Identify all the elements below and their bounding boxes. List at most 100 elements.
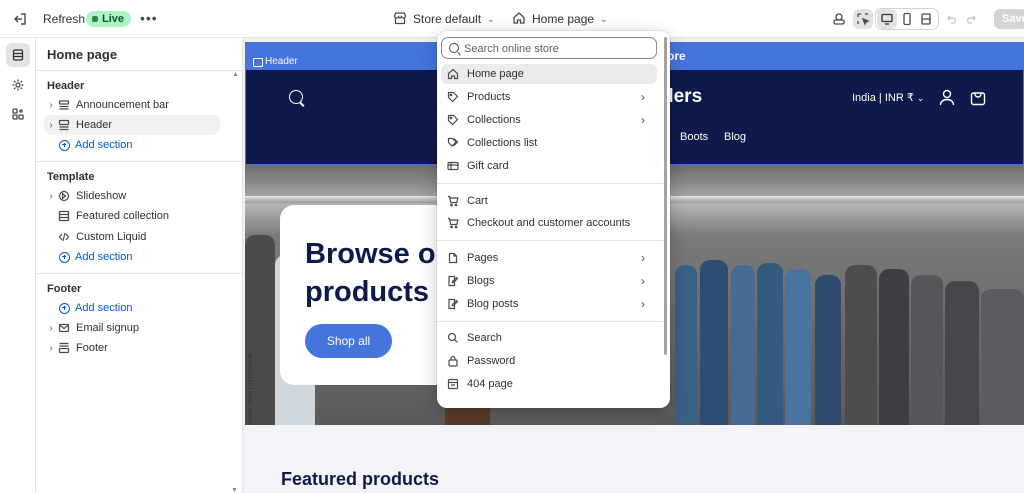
dropdown-item-gift-card[interactable]: Gift card	[441, 156, 657, 176]
photo-garment	[981, 289, 1024, 425]
add-section-label: Add section	[75, 251, 133, 263]
code-icon	[58, 231, 76, 243]
dropdown-item-password[interactable]: Password	[441, 351, 657, 371]
dropdown-item-404-page[interactable]: 404 page	[441, 374, 657, 394]
search-icon[interactable]	[289, 90, 303, 104]
left-rail	[0, 38, 36, 493]
sidebar-item-footer[interactable]: › Footer	[44, 338, 220, 358]
sections-icon[interactable]	[6, 43, 30, 67]
store-selector-label: Store default	[413, 12, 482, 26]
plus-circle-icon	[59, 302, 70, 314]
scroll-up-icon[interactable]: ▲	[232, 71, 239, 78]
sensitive-data-icon[interactable]	[829, 9, 849, 29]
full-width-icon[interactable]	[916, 9, 936, 29]
sidebar-item-custom-liquid[interactable]: Custom Liquid	[44, 227, 220, 247]
dropdown-item-pages[interactable]: Pages ›	[441, 248, 657, 268]
email-icon	[58, 322, 76, 334]
sidebar-item-announcement-bar[interactable]: › Announcement bar	[44, 95, 220, 115]
divider	[437, 183, 663, 184]
photo-garment	[731, 265, 755, 425]
chevron-right-icon: ›	[641, 251, 645, 265]
group-template-label: Template	[47, 171, 95, 183]
add-section-template-button[interactable]: Add section	[59, 249, 132, 265]
photo-garment	[945, 281, 979, 425]
dropdown-item-label: Collections	[467, 114, 521, 126]
sidebar-item-label: Announcement bar	[76, 99, 169, 111]
redo-icon[interactable]	[962, 9, 982, 29]
save-button[interactable]: Save	[994, 9, 1024, 29]
chevron-right-icon: ›	[49, 190, 53, 202]
chevron-down-icon: ⌄	[487, 13, 495, 24]
mobile-icon[interactable]	[897, 9, 917, 29]
slideshow-icon	[58, 190, 76, 202]
section-tag-header: Header	[248, 54, 304, 69]
account-icon[interactable]	[939, 89, 955, 106]
nav-link-boots[interactable]: Boots	[680, 131, 708, 143]
inspector-icon[interactable]	[853, 9, 873, 29]
chevron-right-icon: ›	[49, 342, 53, 354]
more-actions-button[interactable]: •••	[140, 10, 158, 26]
add-section-label: Add section	[75, 139, 133, 151]
photo-garment	[845, 265, 877, 425]
tag-icon	[441, 114, 465, 126]
dropdown-item-blog-posts[interactable]: Blog posts ›	[441, 294, 657, 314]
plus-circle-icon	[59, 251, 70, 263]
dropdown-item-label: Products	[467, 91, 511, 103]
page-icon	[441, 252, 465, 264]
live-badge: Live	[86, 11, 132, 27]
dropdown-item-collections-list[interactable]: Collections list	[441, 133, 657, 153]
shop-all-button[interactable]: Shop all	[305, 324, 392, 358]
group-header-label: Header	[47, 80, 85, 92]
page-selector[interactable]: Home page ⌄	[512, 11, 608, 27]
group-footer-label: Footer	[47, 283, 82, 295]
sidebar-item-email-signup[interactable]: › Email signup	[44, 318, 220, 338]
sidebar-item-slideshow[interactable]: › Slideshow	[44, 186, 220, 206]
dropdown-item-home-page[interactable]: Home page	[441, 64, 657, 84]
dropdown-search[interactable]	[441, 37, 657, 59]
divider	[437, 321, 663, 322]
featured-products-section[interactable]: Featured products	[245, 425, 1024, 493]
dropdown-item-label: Search	[467, 332, 502, 344]
home-icon	[512, 11, 526, 28]
announcement-bar-icon	[58, 99, 76, 111]
add-section-header-button[interactable]: Add section	[59, 137, 132, 153]
refresh-button[interactable]: Refresh	[43, 12, 85, 26]
exit-icon[interactable]	[12, 11, 28, 27]
add-section-label: Add section	[75, 302, 133, 314]
search-input[interactable]	[464, 41, 652, 56]
chevron-right-icon: ›	[641, 297, 645, 311]
chevron-right-icon: ›	[641, 90, 645, 104]
plus-circle-icon	[59, 139, 70, 151]
photo-garment	[700, 260, 728, 425]
dropdown-item-products[interactable]: Products ›	[441, 87, 657, 107]
nav-link-blog[interactable]: Blog	[724, 131, 746, 143]
locale-selector[interactable]: India | INR ₹ ⌄	[852, 91, 924, 104]
chevron-down-icon: ⌄	[600, 13, 608, 24]
dropdown-scrollbar[interactable]	[664, 37, 667, 355]
store-selector[interactable]: Store default ⌄	[393, 11, 495, 27]
dropdown-item-blogs[interactable]: Blogs ›	[441, 271, 657, 291]
dropdown-item-label: Blogs	[467, 275, 495, 287]
photo-garment	[675, 265, 697, 425]
gear-icon[interactable]	[6, 73, 30, 97]
cart-icon[interactable]	[970, 89, 986, 106]
add-section-footer-button[interactable]: Add section	[59, 300, 132, 316]
dropdown-item-cart[interactable]: Cart	[441, 191, 657, 211]
chevron-right-icon: ›	[49, 99, 53, 111]
locale-label: India | INR ₹	[852, 92, 914, 104]
dropdown-item-search[interactable]: Search	[441, 328, 657, 348]
undo-icon[interactable]	[941, 9, 961, 29]
sidebar-item-header[interactable]: › Header	[44, 115, 220, 135]
dropdown-item-checkout[interactable]: Checkout and customer accounts	[441, 213, 657, 233]
dropdown-item-label: 404 page	[467, 378, 513, 390]
dropdown-item-label: Cart	[467, 195, 488, 207]
sidebar-item-label: Email signup	[76, 322, 139, 334]
desktop-icon[interactable]	[877, 9, 897, 29]
sidebar-item-featured-collection[interactable]: Featured collection	[44, 206, 220, 226]
search-icon	[441, 332, 465, 344]
divider	[36, 70, 243, 71]
scroll-down-icon[interactable]: ▼	[231, 487, 238, 493]
photo-garment	[911, 275, 943, 425]
dropdown-item-collections[interactable]: Collections ›	[441, 110, 657, 130]
apps-icon[interactable]	[6, 102, 30, 126]
